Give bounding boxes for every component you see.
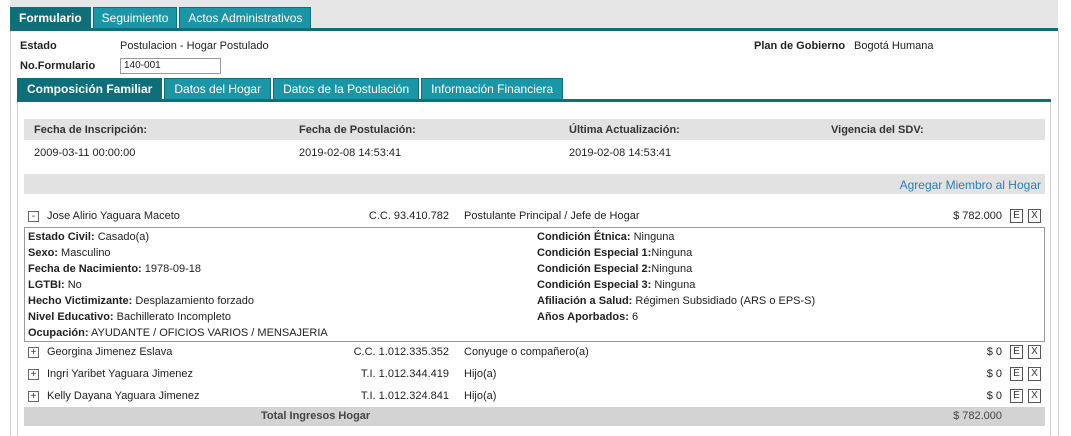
tab-datos-hogar[interactable]: Datos del Hogar — [164, 78, 272, 99]
tab-composicion-familiar[interactable]: Composición Familiar — [17, 78, 163, 99]
edit-member-button[interactable]: E — [1010, 389, 1023, 403]
detail-ocupacion: Ocupación: AYUDANTE / OFICIOS VARIOS / M… — [28, 327, 328, 339]
detail-nivel-educativo: Nivel Educativo: Bachillerato Incompleto — [28, 311, 231, 323]
member-name: Ingri Yaribet Yaguara Jimenez — [47, 368, 193, 380]
postulacion-value: 2019-02-08 14:53:41 — [299, 147, 402, 159]
postulacion-label: Fecha de Postulación: — [299, 124, 416, 136]
tab-datos-postulacion[interactable]: Datos de la Postulación — [273, 78, 420, 99]
expand-toggle[interactable]: + — [28, 347, 39, 358]
detail-fecha-nacimiento: Fecha de Nacimiento: 1978-09-18 — [28, 263, 202, 275]
detail-estado-civil: Estado Civil: Casado(a) — [28, 231, 150, 243]
tab-formulario[interactable]: Formulario — [10, 7, 91, 28]
total-income-bar: Total Ingresos Hogar $ 782.000 — [24, 407, 1045, 426]
member-row: + Kelly Dayana Yaguara Jimenez T.I. 1.01… — [24, 388, 1045, 406]
detail-condicion-especial-3: Condición Especial 3: Ninguna — [537, 279, 696, 291]
total-income-value: $ 782.000 — [953, 410, 1002, 422]
member-income: $ 0 — [986, 368, 1002, 380]
expand-toggle[interactable]: + — [28, 369, 39, 380]
estado-value: Postulacion - Hogar Postulado — [120, 40, 269, 52]
tab-informacion-financiera[interactable]: Información Financiera — [421, 78, 564, 99]
member-income: $ 0 — [986, 390, 1002, 402]
collapse-toggle[interactable]: - — [28, 211, 39, 222]
member-document: C.C. 93.410.782 — [368, 210, 449, 222]
edit-member-button[interactable]: E — [1010, 345, 1023, 359]
member-document: T.I. 1.012.344.419 — [360, 368, 449, 380]
member-relation: Conyuge o compañero(a) — [464, 346, 589, 358]
edit-member-button[interactable]: E — [1010, 367, 1023, 381]
detail-anos-aprobados: Años Aporbados: 6 — [537, 311, 639, 323]
main-tab-bar: Formulario Seguimiento Actos Administrat… — [10, 7, 313, 29]
tab-actos-administrativos[interactable]: Actos Administrativos — [179, 7, 312, 28]
member-name: Jose Alirio Yaguara Maceto — [47, 210, 180, 222]
add-member-link[interactable]: Agregar Miembro al Hogar — [900, 178, 1041, 192]
member-details-panel: Estado Civil: Casado(a) Sexo: Masculino … — [24, 227, 1045, 342]
member-relation: Hijo(a) — [464, 390, 497, 402]
detail-afiliacion-salud: Afiliación a Salud: Régimen Subsidiado (… — [537, 295, 816, 307]
edit-member-button[interactable]: E — [1010, 209, 1023, 223]
delete-member-button[interactable]: X — [1028, 389, 1041, 403]
vigencia-label: Vigencia del SDV: — [831, 124, 924, 136]
total-income-label: Total Ingresos Hogar — [261, 410, 371, 422]
delete-member-button[interactable]: X — [1028, 367, 1041, 381]
plan-gobierno-value: Bogotá Humana — [854, 40, 934, 52]
actualizacion-value: 2019-02-08 14:53:41 — [569, 147, 672, 159]
expand-toggle[interactable]: + — [28, 391, 39, 402]
member-document: T.I. 1.012.324.841 — [360, 390, 449, 402]
detail-condicion-etnica: Condición Étnica: Ninguna — [537, 231, 675, 243]
formulario-number-field[interactable]: 140-001 — [120, 58, 221, 74]
delete-member-button[interactable]: X — [1028, 209, 1041, 223]
detail-lgtbi: LGTBI: No — [28, 279, 82, 291]
detail-condicion-especial-2: Condición Especial 2:Ninguna — [537, 263, 693, 275]
tab-seguimiento[interactable]: Seguimiento — [92, 7, 178, 28]
actualizacion-label: Última Actualización: — [569, 124, 680, 136]
member-relation: Postulante Principal / Jefe de Hogar — [464, 210, 640, 222]
member-name: Georgina Jimenez Eslava — [47, 346, 173, 358]
add-member-bar — [24, 174, 1045, 194]
member-row: + Ingri Yaribet Yaguara Jimenez T.I. 1.0… — [24, 366, 1045, 384]
delete-member-button[interactable]: X — [1028, 345, 1041, 359]
inscripcion-label: Fecha de Inscripción: — [34, 124, 148, 136]
estado-label: Estado — [20, 40, 57, 52]
detail-condicion-especial-1: Condición Especial 1:Ninguna — [537, 247, 693, 259]
detail-hecho-victimizante: Hecho Victimizante: Desplazamiento forza… — [28, 295, 255, 307]
member-document: C.C. 1.012.335.352 — [353, 346, 449, 358]
formulario-label: No.Formulario — [20, 60, 96, 72]
member-relation: Hijo(a) — [464, 368, 497, 380]
member-income: $ 782.000 — [953, 210, 1002, 222]
inscripcion-value: 2009-03-11 00:00:00 — [34, 147, 136, 159]
member-income: $ 0 — [986, 346, 1002, 358]
member-row: - Jose Alirio Yaguara Maceto C.C. 93.410… — [24, 208, 1045, 226]
member-name: Kelly Dayana Yaguara Jimenez — [47, 390, 200, 402]
plan-gobierno-label: Plan de Gobierno — [754, 40, 846, 52]
member-row: + Georgina Jimenez Eslava C.C. 1.012.335… — [24, 344, 1045, 362]
detail-sexo: Sexo: Masculino — [28, 247, 111, 259]
sub-tab-bar: Composición Familiar Datos del Hogar Dat… — [17, 78, 565, 99]
